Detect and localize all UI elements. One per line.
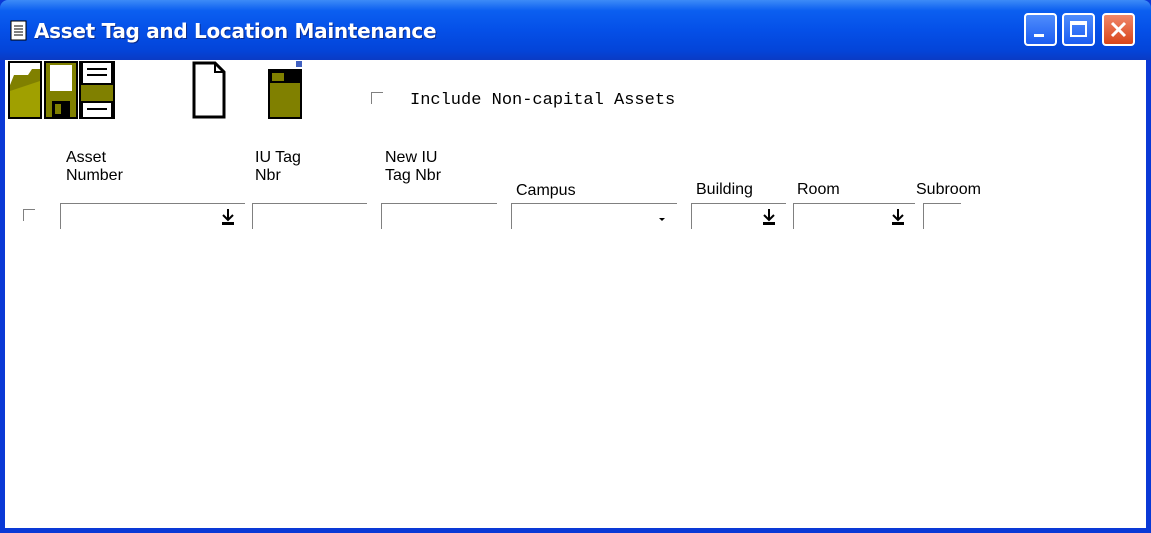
asset-number-input[interactable] xyxy=(63,206,223,226)
building-input[interactable] xyxy=(694,206,764,226)
iu-tag-nbr-field[interactable] xyxy=(252,203,367,229)
room-header: Room xyxy=(797,181,840,198)
row-select-checkbox[interactable] xyxy=(23,209,35,221)
print-icon[interactable] xyxy=(79,61,115,121)
app-document-icon xyxy=(10,20,27,41)
open-folder-icon[interactable] xyxy=(268,61,304,121)
subroom-header: Subroom xyxy=(916,181,981,198)
room-input[interactable] xyxy=(796,206,893,226)
close-icon xyxy=(1110,21,1127,38)
asset-number-lookup-icon[interactable] xyxy=(220,208,236,226)
minimize-icon xyxy=(1034,34,1044,37)
title-bar[interactable]: Asset Tag and Location Maintenance xyxy=(0,0,1151,60)
iu-tag-nbr-header: IU Tag Nbr xyxy=(255,149,301,184)
maximize-icon xyxy=(1070,21,1087,37)
building-header: Building xyxy=(696,181,753,198)
chevron-down-icon[interactable] xyxy=(654,208,670,226)
client-area: Include Non-capital Assets Asset Number … xyxy=(5,60,1146,528)
minimize-button[interactable] xyxy=(1024,13,1057,46)
close-button[interactable] xyxy=(1102,13,1135,46)
new-iu-tag-nbr-field[interactable] xyxy=(381,203,497,229)
building-field[interactable] xyxy=(691,203,786,229)
campus-select[interactable] xyxy=(511,203,677,229)
asset-number-header: Asset Number xyxy=(66,149,123,184)
app-window: Asset Tag and Location Maintenance Inclu… xyxy=(0,0,1151,533)
window-title: Asset Tag and Location Maintenance xyxy=(34,19,437,43)
include-noncapital-checkbox[interactable] xyxy=(371,92,383,104)
new-icon[interactable] xyxy=(191,61,227,121)
include-noncapital-label: Include Non-capital Assets xyxy=(410,91,676,110)
room-lookup-icon[interactable] xyxy=(890,208,906,226)
save-icon[interactable] xyxy=(44,61,78,121)
building-lookup-icon[interactable] xyxy=(761,208,777,226)
subroom-input[interactable] xyxy=(926,206,958,226)
open-icon[interactable] xyxy=(8,61,42,121)
asset-number-field[interactable] xyxy=(60,203,245,229)
campus-header: Campus xyxy=(516,182,576,199)
room-field[interactable] xyxy=(793,203,915,229)
new-iu-tag-nbr-header: New IU Tag Nbr xyxy=(385,149,442,184)
maximize-button[interactable] xyxy=(1062,13,1095,46)
new-iu-tag-nbr-input[interactable] xyxy=(384,206,475,226)
iu-tag-nbr-input[interactable] xyxy=(255,206,345,226)
campus-input[interactable] xyxy=(514,206,655,226)
subroom-field[interactable] xyxy=(923,203,961,229)
